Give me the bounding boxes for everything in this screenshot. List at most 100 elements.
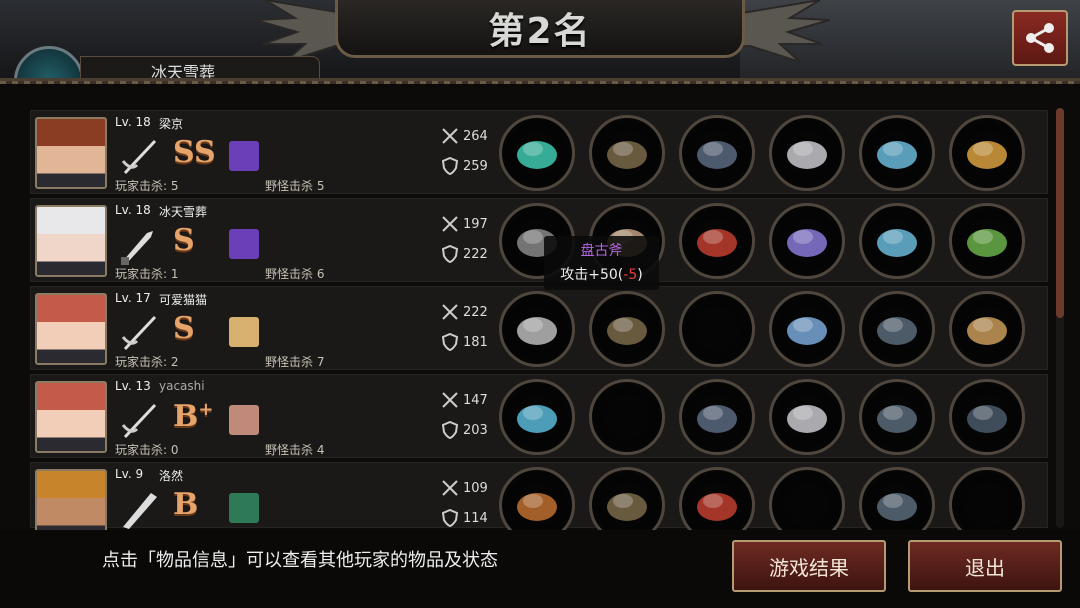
item-tooltip: 盘古斧 攻击+50(-5) [544, 236, 659, 290]
scrollbar-thumb[interactable] [1056, 108, 1064, 318]
player-kills: 玩家击杀: 5 [115, 179, 179, 193]
player-level: Lv. 17 [115, 291, 151, 305]
attack-value: 109 [463, 480, 488, 496]
defense-value: 222 [463, 246, 488, 262]
rapier-icon [121, 315, 157, 351]
helmet-icon [607, 317, 647, 345]
player-row[interactable]: Lv. 9 洛然 B 109 114 [30, 462, 1048, 543]
defense-stat: 114 [441, 509, 488, 527]
attack-value: 222 [463, 304, 488, 320]
attack-value: 147 [463, 392, 488, 408]
player-rank: B+ [173, 399, 213, 434]
weapon-staff-icon [517, 141, 557, 169]
monster-kills: 野怪击杀 4 [265, 443, 325, 457]
equipment-slot[interactable] [769, 291, 845, 367]
player-rank: SS [173, 135, 216, 170]
equipment-slot[interactable] [589, 379, 665, 455]
equipment-slot[interactable] [859, 115, 935, 191]
attack-stat: 264 [441, 127, 488, 145]
tooltip-stat-negative: -5 [623, 267, 638, 283]
equipment-slot[interactable] [499, 379, 575, 455]
player-name: 洛然 [159, 469, 184, 483]
amulet-icon [967, 229, 1007, 257]
rank-letter: B [173, 399, 199, 434]
weapon-type-icon [117, 487, 161, 531]
equipment-slot[interactable] [589, 291, 665, 367]
player-portrait[interactable] [35, 293, 107, 365]
scope-icon [967, 405, 1007, 433]
player-portrait[interactable] [35, 205, 107, 277]
player-rank: S [173, 311, 195, 346]
player-level: Lv. 18 [115, 203, 151, 217]
equipment-slot[interactable] [499, 291, 575, 367]
rank-letter: B [173, 487, 199, 522]
equipment-slot[interactable] [679, 379, 755, 455]
player-rank: S [173, 223, 195, 258]
equipment-slot[interactable] [679, 115, 755, 191]
player-row[interactable]: Lv. 17 可爱猫猫 S 玩家击杀: 2 野怪击杀 7 222 181 [30, 286, 1048, 370]
equipment-slot[interactable] [949, 379, 1025, 455]
equipment-slot[interactable] [859, 379, 935, 455]
rank-letter: S [173, 223, 195, 258]
equipment-slot[interactable] [859, 203, 935, 279]
player-level: Lv. 13 [115, 379, 151, 393]
player-name: 可爱猫猫 [159, 293, 208, 307]
weapon-type-icon [117, 135, 161, 179]
weapon-type-icon [117, 223, 161, 267]
list-scrollbar[interactable] [1056, 108, 1064, 528]
equipment-slot[interactable] [679, 291, 755, 367]
rank-modifier: + [198, 399, 214, 420]
equipment-slot[interactable] [949, 115, 1025, 191]
player-level: Lv. 9 [115, 467, 144, 481]
weapon-type-icon [117, 311, 161, 355]
skill-icon[interactable] [229, 405, 259, 435]
crossed-swords-icon [442, 128, 458, 144]
equipment-slot[interactable] [769, 379, 845, 455]
tooltip-stat-suffix: ) [637, 267, 643, 283]
skill-icon[interactable] [229, 493, 259, 523]
defense-stat: 259 [441, 157, 488, 175]
player-row[interactable]: Lv. 18 梁京 SS 玩家击杀: 5 野怪击杀 5 264 259 [30, 110, 1048, 194]
boots-icon [877, 317, 917, 345]
skill-icon[interactable] [229, 141, 259, 171]
player-row[interactable]: Lv. 13 yacashi B+ 玩家击杀: 0 野怪击杀 4 147 203 [30, 374, 1048, 458]
equipment-slot[interactable] [859, 291, 935, 367]
tooltip-item-name: 盘古斧 [580, 243, 623, 259]
shield-icon [441, 157, 459, 175]
player-row[interactable]: Lv. 18 冰天雪葬 S 玩家击杀: 1 野怪击杀 6 197 222 [30, 198, 1048, 282]
equipment-slot[interactable] [949, 291, 1025, 367]
share-button[interactable] [1012, 10, 1068, 66]
boots-icon [877, 493, 917, 521]
rank-banner: 第2名 [335, 0, 745, 58]
game-result-button[interactable]: 游戏结果 [732, 540, 886, 592]
shoes-icon [877, 229, 917, 257]
bat-icon [123, 493, 157, 529]
armor-icon [697, 405, 737, 433]
monster-kills: 野怪击杀 5 [265, 179, 325, 193]
equipment-slot[interactable] [589, 115, 665, 191]
player-portrait[interactable] [35, 117, 107, 189]
attack-value: 264 [463, 128, 488, 144]
player-kills: 玩家击杀: 2 [115, 355, 179, 369]
equipment-slot[interactable] [679, 203, 755, 279]
player-name: 梁京 [159, 117, 184, 131]
player-portrait[interactable] [35, 381, 107, 453]
equipment-slot[interactable] [769, 203, 845, 279]
equipment-slot[interactable] [949, 203, 1025, 279]
weapon-type-icon [117, 399, 161, 443]
page-title: 第2名 [488, 10, 592, 52]
equipment-slot[interactable] [499, 115, 575, 191]
crossed-swords-icon [442, 304, 458, 320]
skill-icon[interactable] [229, 317, 259, 347]
defense-value: 259 [463, 158, 488, 174]
shield-icon [441, 245, 459, 263]
attack-stat: 147 [441, 391, 488, 409]
crossed-swords-icon [442, 480, 458, 496]
rapier-icon [121, 139, 157, 175]
exit-button[interactable]: 退出 [908, 540, 1062, 592]
attack-value: 197 [463, 216, 488, 232]
equipment-slot[interactable] [769, 115, 845, 191]
share-icon [1026, 23, 1054, 53]
crate-icon [967, 317, 1007, 345]
skill-icon[interactable] [229, 229, 259, 259]
